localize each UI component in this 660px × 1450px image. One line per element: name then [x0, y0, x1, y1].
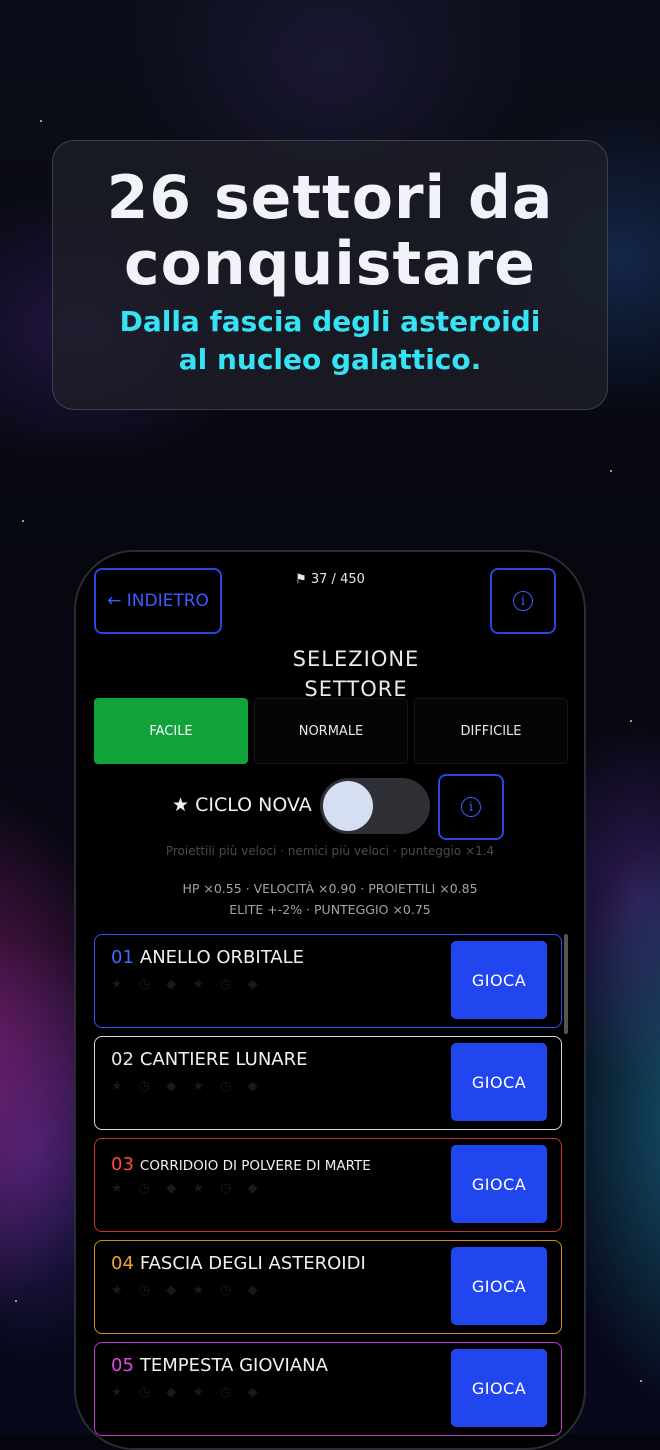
- promo-subtitle-line1: Dalla fascia degli asteroidi: [119, 305, 541, 338]
- level-title: TEMPESTA GIOVIANA: [139, 1355, 328, 1376]
- level-card-04: 04 FASCIA DEGLI ASTEROIDI ★ ◷ ◆ ★ ◷ ◆ GIO…: [94, 1240, 562, 1334]
- play-button[interactable]: GIOCA: [451, 1145, 547, 1223]
- nova-hint: Proiettili più veloci · nemici più veloc…: [165, 844, 495, 858]
- level-rating: ★ ◷ ◆ ★ ◷ ◆: [111, 1181, 264, 1196]
- level-number: 04: [111, 1253, 134, 1274]
- star: [40, 120, 42, 122]
- star: [22, 520, 24, 522]
- level-number: 05: [111, 1355, 134, 1376]
- tab-normale[interactable]: NORMALE: [254, 698, 408, 764]
- promo-subtitle-line2: al nucleo galattico.: [178, 343, 482, 376]
- level-title: CORRIDOIO DI POLVERE DI MARTE: [139, 1158, 371, 1174]
- star: [640, 1380, 642, 1382]
- modifiers-line2: ELITE +-2% · PUNTEGGIO ×0.75: [229, 902, 431, 917]
- level-title: CANTIERE LUNARE: [139, 1049, 308, 1070]
- level-rating: ★ ◷ ◆ ★ ◷ ◆: [111, 1079, 264, 1094]
- promo-subtitle: Dalla fascia degli asteroidi al nucleo g…: [53, 303, 607, 379]
- play-button[interactable]: GIOCA: [451, 1043, 547, 1121]
- play-button[interactable]: GIOCA: [451, 1247, 547, 1325]
- nova-info-button[interactable]: i: [438, 774, 504, 840]
- difficulty-tabs: FACILE NORMALE DIFFICILE: [94, 698, 568, 764]
- level-name: 01 ANELLO ORBITALE: [111, 947, 304, 968]
- nova-row: ★ CICLO NOVA i: [76, 774, 584, 840]
- promo-card: 26 settori da conquistare Dalla fascia d…: [52, 140, 608, 410]
- list-scrollbar[interactable]: [564, 934, 568, 1034]
- modifiers-line1: HP ×0.55 · VELOCITÀ ×0.90 · PROIETTILI ×…: [182, 881, 478, 896]
- star: [610, 470, 612, 472]
- info-button[interactable]: i: [490, 568, 556, 634]
- level-title: FASCIA DEGLI ASTEROIDI: [139, 1253, 366, 1274]
- level-name: 02 CANTIERE LUNARE: [111, 1049, 308, 1070]
- level-title: ANELLO ORBITALE: [139, 947, 305, 968]
- nova-toggle[interactable]: [320, 778, 430, 834]
- star: [15, 1300, 17, 1302]
- page-title: SELEZIONE SETTORE: [76, 644, 584, 704]
- level-number: 01: [111, 947, 134, 968]
- info-icon: i: [461, 797, 481, 817]
- toggle-knob: [323, 781, 373, 831]
- level-rating: ★ ◷ ◆ ★ ◷ ◆: [111, 977, 264, 992]
- level-name: 05 TEMPESTA GIOVIANA: [111, 1355, 328, 1376]
- tab-difficile[interactable]: DIFFICILE: [414, 698, 568, 764]
- level-card-02: 02 CANTIERE LUNARE ★ ◷ ◆ ★ ◷ ◆ GIOCA: [94, 1036, 562, 1130]
- tab-facile[interactable]: FACILE: [94, 698, 248, 764]
- level-rating: ★ ◷ ◆ ★ ◷ ◆: [111, 1385, 264, 1400]
- level-number: 02: [111, 1049, 134, 1070]
- level-card-01: 01 ANELLO ORBITALE ★ ◷ ◆ ★ ◷ ◆ GIOCA: [94, 934, 562, 1028]
- modifiers-summary: HP ×0.55 · VELOCITÀ ×0.90 · PROIETTILI ×…: [76, 878, 584, 920]
- level-name: 04 FASCIA DEGLI ASTEROIDI: [111, 1253, 366, 1274]
- level-rating: ★ ◷ ◆ ★ ◷ ◆: [111, 1283, 264, 1298]
- play-button[interactable]: GIOCA: [451, 941, 547, 1019]
- star: [630, 720, 632, 722]
- phone-frame: ← INDIETRO ⚑ 37 / 450 i SELEZIONE SETTOR…: [74, 550, 586, 1450]
- info-icon: i: [513, 591, 533, 611]
- level-name: 03 CORRIDOIO DI POLVERE DI MARTE: [111, 1154, 371, 1175]
- nova-label: ★ CICLO NOVA: [172, 794, 312, 816]
- level-number: 03: [111, 1154, 134, 1175]
- sector-select-screen: ← INDIETRO ⚑ 37 / 450 i SELEZIONE SETTOR…: [76, 552, 584, 1448]
- promo-title: 26 settori da conquistare: [106, 163, 554, 299]
- level-card-05: 05 TEMPESTA GIOVIANA ★ ◷ ◆ ★ ◷ ◆ GIOCA: [94, 1342, 562, 1436]
- play-button[interactable]: GIOCA: [451, 1349, 547, 1427]
- level-card-03: 03 CORRIDOIO DI POLVERE DI MARTE ★ ◷ ◆ ★ …: [94, 1138, 562, 1232]
- page-title-line1: SELEZIONE: [292, 647, 420, 671]
